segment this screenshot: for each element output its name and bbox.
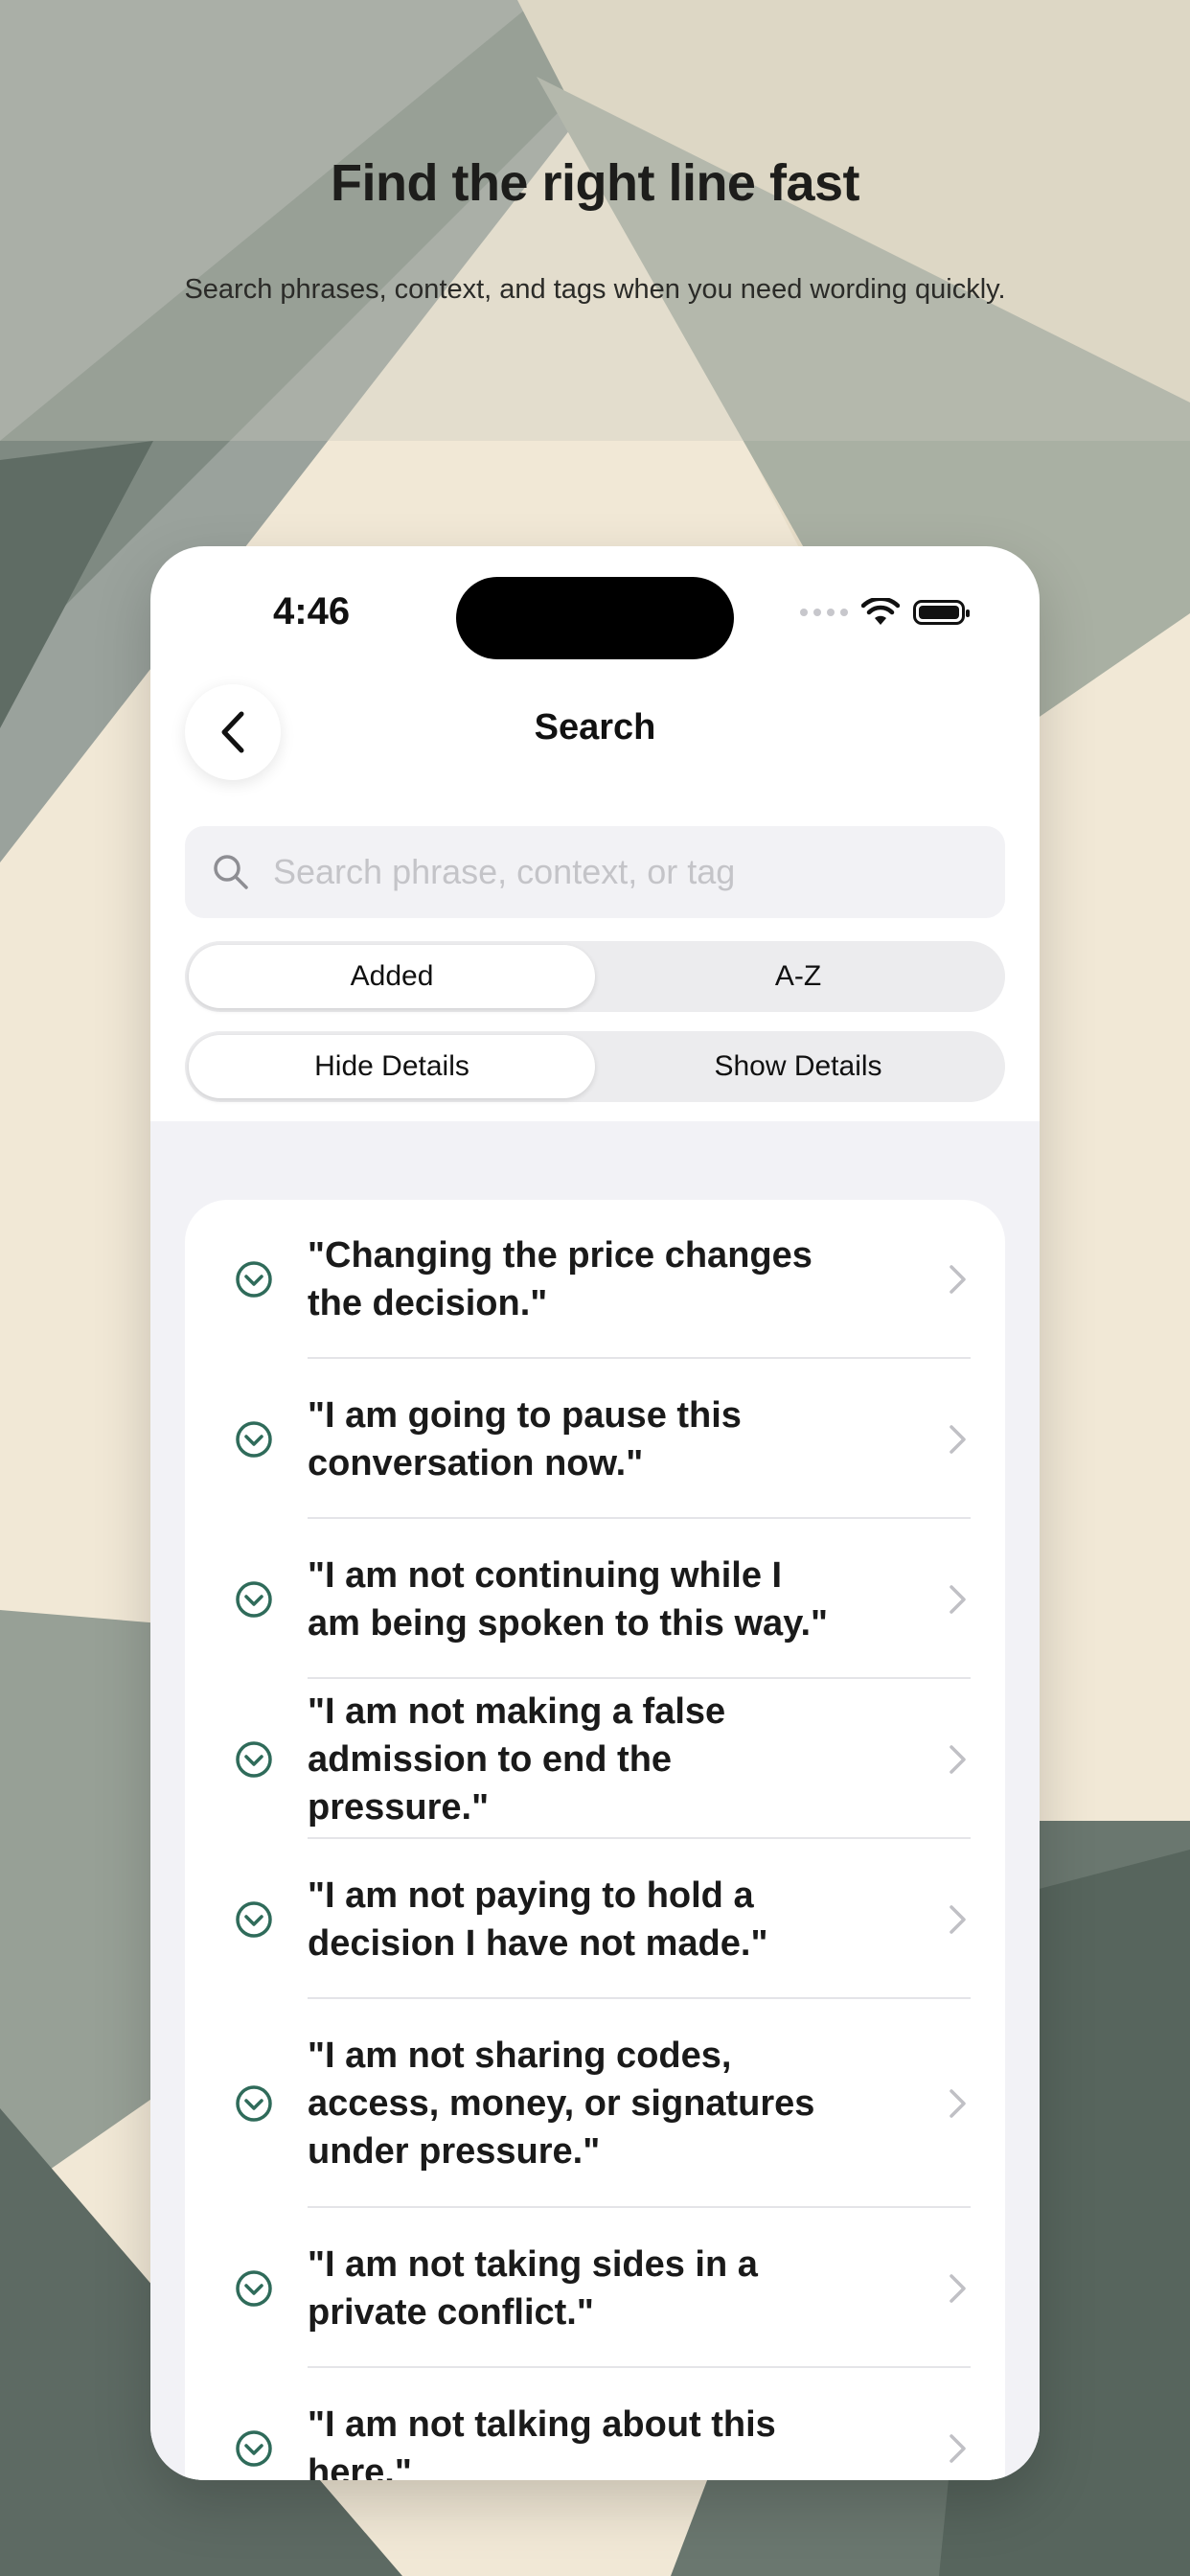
check-circle-icon <box>236 2269 272 2307</box>
phrase-text: "I am not making a false admission to en… <box>308 1690 726 1828</box>
list-item[interactable]: "I am going to pause this conversation n… <box>185 1359 1005 1519</box>
chevron-right-icon <box>950 2273 966 2303</box>
list-item[interactable]: "I am not sharing codes, access, money, … <box>185 1999 1005 2208</box>
check-circle-icon <box>236 2085 272 2122</box>
battery-icon <box>913 600 970 625</box>
check-circle-icon <box>236 1580 272 1618</box>
check-circle-icon <box>236 1900 272 1938</box>
promo-subheadline: Search phrases, context, and tags when y… <box>184 274 1006 305</box>
list-item[interactable]: "Changing the price changes the decision… <box>185 1200 1005 1359</box>
phrase-text: "I am going to pause this conversation n… <box>308 1394 742 1484</box>
page-title: Search <box>534 707 656 748</box>
list-item[interactable]: "I am not making a false admission to en… <box>185 1679 1005 1839</box>
details-option-hide[interactable]: Hide Details <box>189 1035 595 1098</box>
list-item[interactable]: "I am not talking about this here." <box>185 2368 1005 2480</box>
phrase-text: "Changing the price changes the decision… <box>308 1235 812 1323</box>
phrase-text: "I am not talking about this here." <box>308 2404 776 2481</box>
phrase-text: "I am not continuing while I am being sp… <box>308 1554 829 1644</box>
phrase-list: "Changing the price changes the decision… <box>185 1200 1005 2480</box>
sort-option-added[interactable]: Added <box>189 945 595 1008</box>
details-segmented-control[interactable]: Hide Details Show Details <box>185 1031 1005 1102</box>
phrase-text: "I am not taking sides in a private conf… <box>308 2243 758 2333</box>
check-circle-icon <box>236 1261 272 1298</box>
wifi-icon <box>861 598 900 625</box>
chevron-right-icon <box>950 1744 966 1774</box>
phrase-list-area: "Changing the price changes the decision… <box>150 1121 1040 2480</box>
signal-dots-icon <box>800 609 848 616</box>
check-circle-icon <box>236 1740 272 1778</box>
chevron-right-icon <box>950 1584 966 1614</box>
chevron-right-icon <box>950 1265 966 1294</box>
promo-headline: Find the right line fast <box>331 154 860 212</box>
chevron-right-icon <box>950 2089 966 2118</box>
list-item[interactable]: "I am not paying to hold a decision I ha… <box>185 1839 1005 1999</box>
chevron-right-icon <box>950 1904 966 1934</box>
list-item[interactable]: "I am not taking sides in a private conf… <box>185 2208 1005 2368</box>
sort-segmented-control[interactable]: Added A-Z <box>185 941 1005 1012</box>
chevron-right-icon <box>950 2433 966 2463</box>
promo-header-band <box>0 0 1190 441</box>
details-option-show[interactable]: Show Details <box>595 1035 1001 1098</box>
dynamic-island <box>456 577 734 659</box>
chevron-right-icon <box>950 1424 966 1454</box>
status-icons <box>800 598 970 627</box>
search-field[interactable] <box>185 826 1005 918</box>
list-item[interactable]: "I am not continuing while I am being sp… <box>185 1519 1005 1679</box>
check-circle-icon <box>236 2429 272 2467</box>
status-time: 4:46 <box>273 590 351 632</box>
sort-option-a-z[interactable]: A-Z <box>595 945 1001 1008</box>
phone-frame: 4:46 Search Added A-Z Hide Details Show … <box>150 546 1040 2480</box>
search-input[interactable] <box>271 851 1003 893</box>
phrase-text: "I am not sharing codes, access, money, … <box>308 2036 815 2172</box>
phrase-text: "I am not paying to hold a decision I ha… <box>308 1874 768 1964</box>
check-circle-icon <box>236 1420 272 1458</box>
search-icon <box>214 855 248 889</box>
